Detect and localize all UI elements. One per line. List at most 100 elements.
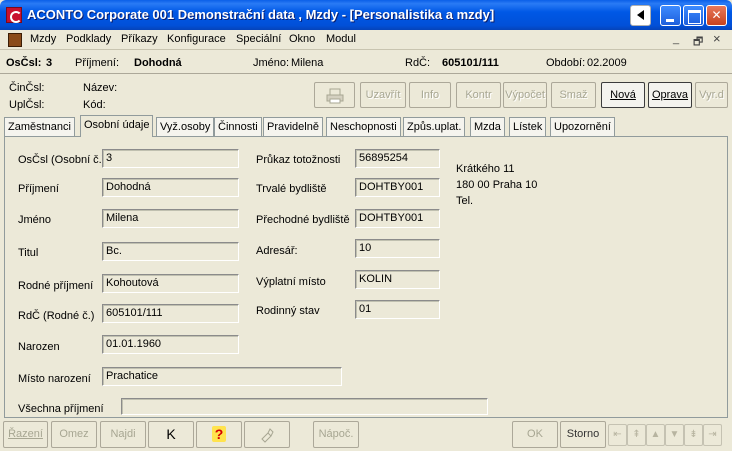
bottom-toolbar: Řazení Omez Najdi K ? Nápoč. OK Storno ⇤… [0, 421, 732, 451]
info-button[interactable]: Info [409, 82, 451, 108]
tab-pravidelne[interactable]: Pravidelně [263, 117, 323, 137]
menu-mzdy[interactable]: Mzdy [30, 33, 56, 45]
menu-podklady[interactable]: Podklady [66, 33, 111, 45]
oscsl-label: OsČsl (Osobní č.) [18, 154, 106, 166]
vyplatni-misto-label: Výplatní místo [256, 276, 326, 288]
jmeno-label: Jméno [18, 214, 52, 226]
tab-mzda[interactable]: Mzda [470, 117, 505, 137]
trvale-bydliste-field[interactable]: DOHTBY001 [355, 178, 440, 197]
smaz-button[interactable]: Smaž [551, 82, 596, 108]
prev-record-icon[interactable]: ▲ [646, 424, 665, 446]
nova-button[interactable]: Nová [601, 82, 645, 108]
jmeno-field[interactable]: Milena [102, 209, 239, 228]
titul-label: Titul [18, 247, 39, 259]
header-jmeno-value: Milena [291, 57, 324, 69]
address-line-1: Krátkého 11 [456, 163, 515, 175]
help-back-button[interactable] [630, 5, 651, 26]
header-obdobi-label: Období: [546, 57, 586, 69]
vyplatni-misto-field[interactable]: KOLIN [355, 270, 440, 289]
header-rdc-label: RdČ: [405, 57, 431, 69]
adresar-field[interactable]: 10 [355, 239, 440, 258]
titul-field[interactable]: Bc. [102, 242, 239, 261]
trvale-bydliste-label: Trvalé bydliště [256, 183, 327, 195]
oprava-button[interactable]: Oprava [648, 82, 692, 108]
tab-vyz-osoby[interactable]: Vyž.osoby [156, 117, 215, 137]
napoc-button[interactable]: Nápoč. [313, 421, 359, 448]
title-bar: ACONTO Corporate 001 Demonstrační data ,… [0, 0, 732, 30]
menu-modul[interactable]: Modul [326, 33, 356, 45]
header-oscsl-label: OsČsl: [6, 57, 42, 69]
uzavrit-button[interactable]: Uzavřít [360, 82, 406, 108]
mdi-minimize-button[interactable]: _ [673, 33, 679, 45]
mdi-restore-button[interactable]: 🗗 [693, 33, 703, 52]
printer-icon [326, 88, 343, 104]
menu-konfigurace[interactable]: Konfigurace [167, 33, 226, 45]
rdc-label: RdČ (Rodné č.) [18, 310, 95, 322]
uplcsl-label: UplČsl: [9, 99, 45, 111]
narozen-field[interactable]: 01.01.1960 [102, 335, 239, 354]
tab-cinnosti[interactable]: Činnosti [214, 117, 262, 137]
address-line-2: 180 00 Praha 10 [456, 179, 538, 191]
vsechna-prijmeni-label: Všechna příjmení [18, 403, 104, 415]
prijmeni-field[interactable]: Dohodná [102, 178, 239, 197]
mdi-close-button[interactable]: × [713, 31, 721, 46]
header-obdobi-value: 02.2009 [587, 57, 627, 69]
adresar-label: Adresář: [256, 245, 298, 257]
tab-zamestnanci[interactable]: Zaměstnanci [4, 117, 75, 137]
rodne-prijmeni-field[interactable]: Kohoutová [102, 274, 239, 293]
tab-listek[interactable]: Lístek [509, 117, 547, 137]
kontr-button[interactable]: Kontr [456, 82, 501, 108]
prechodne-bydliste-label: Přechodné bydliště [256, 214, 350, 226]
prukaz-label: Průkaz totožnosti [256, 154, 341, 166]
oscsl-field[interactable]: 3 [102, 149, 239, 168]
minimize-button[interactable] [660, 5, 681, 26]
prukaz-field[interactable]: 56895254 [355, 149, 440, 168]
ok-button[interactable]: OK [512, 421, 558, 448]
print-button[interactable] [314, 82, 355, 108]
omez-button[interactable]: Omez [51, 421, 97, 448]
cincsl-label: ČinČsl: [9, 82, 45, 94]
rodne-prijmeni-label: Rodné příjmení [18, 280, 94, 292]
tab-neschopnosti[interactable]: Neschopnosti [326, 117, 401, 137]
header-rdc-value: 605101/111 [442, 57, 499, 69]
osobni-udaje-panel: OsČsl (Osobní č.) 3 Příjmení Dohodná Jmé… [4, 136, 728, 418]
menu-okno[interactable]: Okno [289, 33, 315, 45]
document-icon[interactable] [8, 33, 22, 47]
header-oscsl-value: 3 [46, 57, 53, 69]
last-record-icon[interactable]: ⇥ [703, 424, 722, 446]
header-jmeno-label: Jméno: [253, 57, 290, 69]
vsechna-prijmeni-field[interactable] [121, 398, 488, 415]
question-icon: ? [211, 426, 227, 442]
vyrd-button[interactable]: Vyr.d [695, 82, 728, 108]
first-record-icon[interactable]: ⇤ [608, 424, 627, 446]
app-icon [6, 7, 22, 23]
razeni-button[interactable]: Řazení [3, 421, 48, 448]
rdc-field[interactable]: 605101/111 [102, 304, 239, 323]
close-button[interactable]: ✕ [706, 5, 727, 26]
k-button[interactable]: K [148, 421, 194, 448]
menu-specialni[interactable]: Speciální [236, 33, 281, 45]
storno-button[interactable]: Storno [560, 421, 606, 448]
tab-osobni-udaje[interactable]: Osobní údaje [80, 115, 154, 137]
page-up-icon[interactable]: ⇞ [627, 424, 646, 446]
maximize-button[interactable] [683, 5, 704, 26]
prijmeni-label: Příjmení [18, 183, 59, 195]
window-title: ACONTO Corporate 001 Demonstrační data ,… [27, 7, 495, 22]
vypocet-button[interactable]: Výpočet [503, 82, 547, 108]
page-down-icon[interactable]: ⇟ [684, 424, 703, 446]
menu-bar: Mzdy Podklady Příkazy Konfigurace Speciá… [0, 30, 732, 50]
header-prijmeni-value: Dohodná [134, 57, 182, 69]
misto-narozeni-field[interactable]: Prachatice [102, 367, 342, 386]
najdi-button[interactable]: Najdi [100, 421, 146, 448]
help-button[interactable]: ? [196, 421, 242, 448]
next-record-icon[interactable]: ▼ [665, 424, 684, 446]
tab-zpus-uplat[interactable]: Způs.uplat. [403, 117, 466, 137]
pin-icon [261, 428, 274, 443]
menu-prikazy[interactable]: Příkazy [121, 33, 158, 45]
pin-button[interactable] [244, 421, 290, 448]
prechodne-bydliste-field[interactable]: DOHTBY001 [355, 209, 440, 228]
tab-upozorneni[interactable]: Upozornění [550, 117, 615, 137]
rodinny-stav-field[interactable]: 01 [355, 300, 440, 319]
narozen-label: Narozen [18, 341, 60, 353]
rodinny-stav-label: Rodinný stav [256, 305, 320, 317]
